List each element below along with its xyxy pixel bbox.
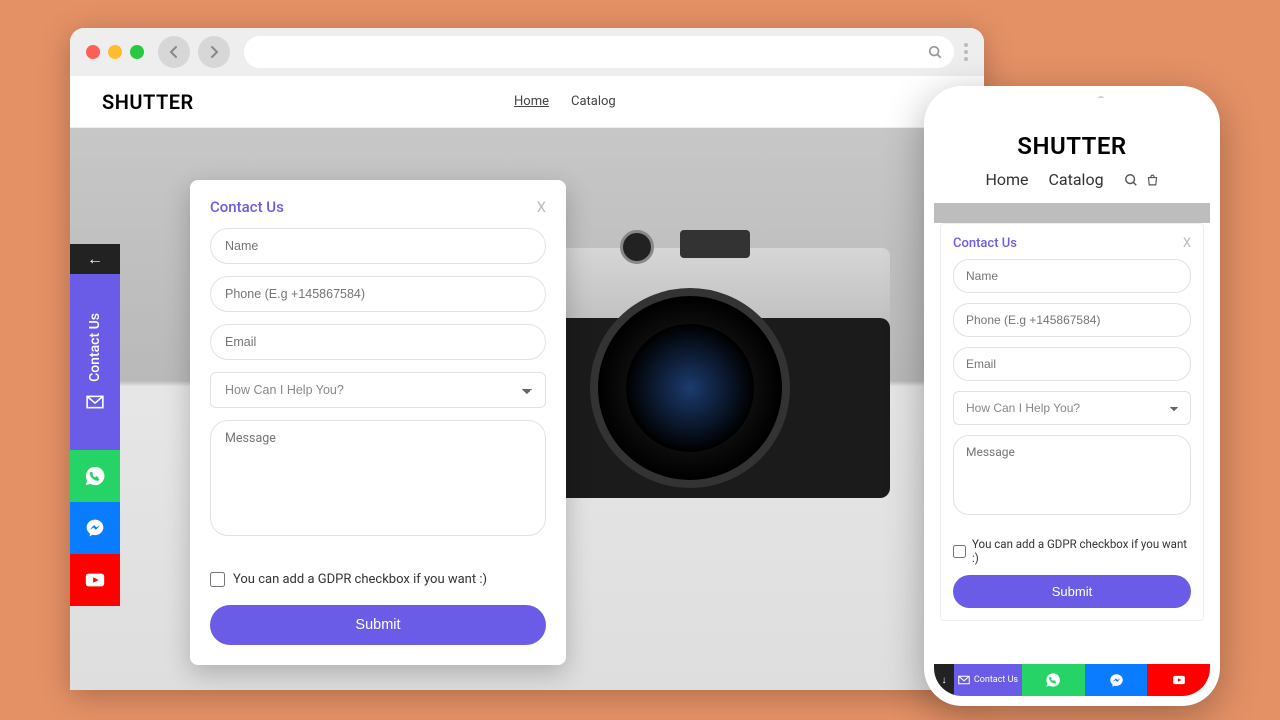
- browser-forward-button[interactable]: [198, 36, 230, 68]
- email-field[interactable]: [210, 324, 546, 360]
- mobile-tab-collapse[interactable]: ↓: [934, 664, 954, 696]
- submit-button[interactable]: Submit: [210, 605, 546, 645]
- mobile-modal-close[interactable]: X: [1183, 236, 1191, 251]
- mobile-name-field[interactable]: [953, 259, 1191, 293]
- search-icon: [928, 45, 942, 59]
- side-tab-contact[interactable]: Contact Us: [70, 274, 120, 450]
- mobile-tab-contact-label: Contact Us: [974, 676, 1018, 685]
- side-tab-whatsapp[interactable]: [70, 450, 120, 502]
- modal-title: Contact Us: [210, 198, 284, 216]
- browser-back-button[interactable]: [158, 36, 190, 68]
- desktop-browser-window: SHUTTER Home Catalog ← Contact Us: [70, 28, 984, 690]
- maximize-window-icon[interactable]: [130, 45, 144, 59]
- site-header: SHUTTER Home Catalog: [70, 76, 984, 128]
- side-collapse-button[interactable]: ←: [70, 244, 120, 274]
- mobile-hero: [934, 203, 1210, 223]
- mobile-nav-home[interactable]: Home: [985, 170, 1028, 189]
- mobile-tab-youtube[interactable]: [1147, 664, 1210, 696]
- mobile-submit-button[interactable]: Submit: [953, 575, 1191, 608]
- minimize-window-icon[interactable]: [108, 45, 122, 59]
- mobile-gdpr-label: You can add a GDPR checkbox if you want …: [972, 537, 1191, 565]
- whatsapp-icon: [1045, 672, 1061, 688]
- mobile-help-select[interactable]: How Can I Help You?: [953, 391, 1191, 425]
- mail-icon: [86, 393, 104, 411]
- side-tab-messenger[interactable]: [70, 502, 120, 554]
- mobile-tab-whatsapp[interactable]: [1022, 664, 1085, 696]
- side-tab-youtube[interactable]: [70, 554, 120, 606]
- mobile-tab-contact[interactable]: Contact Us: [954, 664, 1022, 696]
- mobile-bag-icon[interactable]: [1146, 173, 1159, 187]
- mobile-nav: Home Catalog: [934, 170, 1210, 203]
- phone-field[interactable]: [210, 276, 546, 312]
- mobile-tab-messenger[interactable]: [1085, 664, 1148, 696]
- site-logo: SHUTTER: [102, 90, 194, 114]
- mobile-email-field[interactable]: [953, 347, 1191, 381]
- mobile-contact-modal: Contact Us X How Can I Help You? You can…: [940, 223, 1204, 621]
- name-field[interactable]: [210, 228, 546, 264]
- mobile-nav-catalog[interactable]: Catalog: [1049, 170, 1104, 189]
- phone-screen: SHUTTER Home Catalog Contact Us X How Ca…: [934, 98, 1210, 696]
- mobile-tab-bar: ↓ Contact Us: [934, 664, 1210, 696]
- site-nav: Home Catalog: [514, 94, 616, 109]
- address-bar[interactable]: [244, 36, 954, 68]
- mobile-gdpr-checkbox[interactable]: [953, 545, 966, 558]
- side-tab-rail: ← Contact Us: [70, 244, 120, 606]
- mail-icon: [958, 674, 970, 686]
- mobile-logo: SHUTTER: [934, 132, 1210, 160]
- browser-chrome: [70, 28, 984, 76]
- close-window-icon[interactable]: [86, 45, 100, 59]
- modal-close-button[interactable]: X: [537, 198, 546, 216]
- messenger-icon: [85, 518, 105, 538]
- help-select[interactable]: How Can I Help You?: [210, 372, 546, 408]
- mobile-modal-title: Contact Us: [953, 236, 1017, 251]
- browser-menu-icon[interactable]: [964, 43, 968, 61]
- gdpr-label: You can add a GDPR checkbox if you want …: [233, 572, 487, 587]
- youtube-icon: [84, 569, 106, 591]
- whatsapp-icon: [84, 465, 106, 487]
- youtube-icon: [1170, 673, 1188, 687]
- gdpr-checkbox[interactable]: [210, 572, 225, 587]
- mobile-gdpr-row[interactable]: You can add a GDPR checkbox if you want …: [953, 537, 1191, 565]
- mobile-search-icon[interactable]: [1124, 173, 1138, 187]
- traffic-lights: [86, 45, 144, 59]
- mobile-phone-field[interactable]: [953, 303, 1191, 337]
- nav-home[interactable]: Home: [514, 94, 549, 109]
- messenger-icon: [1109, 673, 1124, 688]
- contact-modal: Contact Us X How Can I Help You? You can…: [190, 180, 566, 665]
- message-field[interactable]: [210, 420, 546, 536]
- side-contact-label: Contact Us: [87, 313, 103, 382]
- gdpr-row[interactable]: You can add a GDPR checkbox if you want …: [210, 572, 546, 587]
- mobile-message-field[interactable]: [953, 435, 1191, 515]
- nav-catalog[interactable]: Catalog: [571, 94, 616, 109]
- phone-mockup: SHUTTER Home Catalog Contact Us X How Ca…: [924, 86, 1220, 706]
